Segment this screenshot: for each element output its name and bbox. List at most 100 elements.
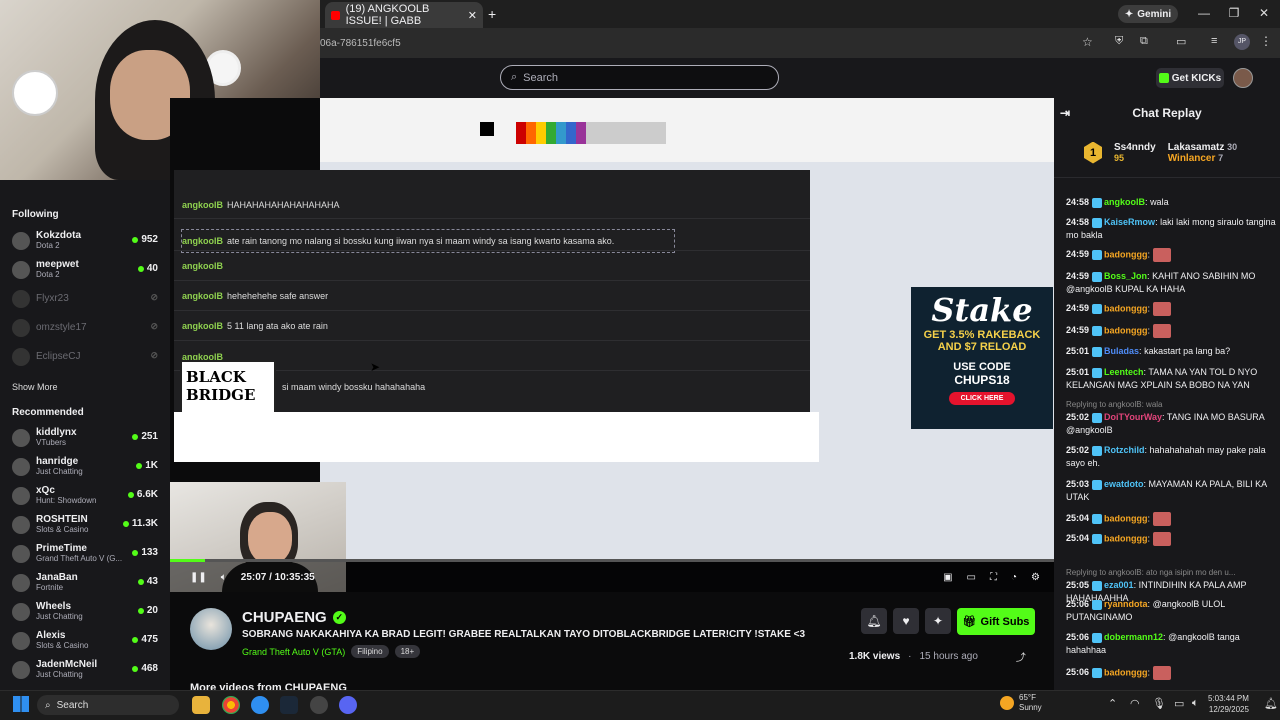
settings-icon[interactable]: ⚙ bbox=[1031, 572, 1040, 583]
heart-icon[interactable]: ♥ bbox=[893, 608, 919, 634]
chat-username[interactable]: badonggg bbox=[1104, 533, 1148, 543]
notification-bell-icon[interactable]: 🔔︎ bbox=[861, 608, 887, 634]
channel-avatar[interactable] bbox=[190, 608, 232, 650]
speed-icon[interactable]: ◔ bbox=[1011, 572, 1017, 583]
windows-start-icon[interactable] bbox=[13, 696, 29, 712]
minimize-icon[interactable]: — bbox=[1194, 6, 1214, 20]
cast-icon[interactable]: ▭ bbox=[1176, 35, 1186, 48]
chat-username[interactable]: badonggg bbox=[1104, 325, 1148, 335]
sidebar-item-flyxr23[interactable]: Flyxr23 ⊘ bbox=[0, 284, 170, 313]
close-window-icon[interactable]: ✕ bbox=[1254, 6, 1274, 20]
new-tab-icon[interactable]: + bbox=[488, 6, 496, 22]
chat-username[interactable]: angkoolB bbox=[1104, 197, 1145, 207]
sidebar-item-primetime[interactable]: PrimeTime Grand Theft Auto V (G... 133 bbox=[0, 539, 170, 568]
maximize-icon[interactable]: ❐ bbox=[1224, 6, 1244, 20]
fullscreen-icon[interactable]: ⛶ bbox=[990, 572, 997, 583]
sidebar-item-roshtein[interactable]: ROSHTEIN Slots & Casino 11.3K bbox=[0, 510, 170, 539]
channel-name[interactable]: CHUPAENG ✓ bbox=[242, 609, 346, 626]
pause-icon[interactable]: ❚❚ bbox=[190, 572, 207, 583]
tag-mature[interactable]: 18+ bbox=[394, 645, 421, 658]
avatar bbox=[12, 428, 30, 447]
show-more-link[interactable]: Show More bbox=[12, 382, 58, 392]
emote-icon bbox=[1152, 666, 1171, 680]
message-time: 24:58 bbox=[1066, 197, 1090, 207]
chat-badge-icon bbox=[1092, 304, 1103, 314]
sidebar-item-hanridge[interactable]: hanridge Just Chatting 1K bbox=[0, 452, 170, 481]
chat-username[interactable]: ryanndota bbox=[1104, 599, 1148, 609]
menu-icon[interactable]: ⋮ bbox=[1260, 34, 1272, 48]
file-explorer-icon[interactable] bbox=[192, 696, 210, 714]
chrome-icon[interactable] bbox=[222, 696, 240, 714]
profile-avatar[interactable]: JP bbox=[1234, 34, 1250, 50]
chat-username[interactable]: badonggg bbox=[1104, 303, 1148, 313]
chat-message: 24:59 badonggg: bbox=[1066, 324, 1276, 338]
sparkle-icon[interactable]: ✦ bbox=[925, 608, 951, 634]
chat-username[interactable]: Buladas bbox=[1104, 346, 1139, 356]
tag-language[interactable]: Filipino bbox=[351, 645, 389, 658]
sidebar-item-meepwet[interactable]: meepwet Dota 2 40 bbox=[0, 255, 170, 284]
collapse-chat-icon[interactable]: ⇥ bbox=[1060, 106, 1070, 120]
message-time: 25:04 bbox=[1066, 513, 1090, 524]
chat-username[interactable]: Leentech bbox=[1104, 367, 1144, 377]
chat-username[interactable]: DoiTYourWay bbox=[1104, 412, 1162, 422]
address-bar[interactable]: 06a-786151fe6cf5 bbox=[320, 28, 1280, 58]
sidebar-item-eclipsecj[interactable]: EclipseCJ ⊘ bbox=[0, 342, 170, 371]
chat-username[interactable]: KaiseRmow bbox=[1104, 217, 1155, 227]
sidebar-item-alexis[interactable]: Alexis Slots & Casino 475 bbox=[0, 626, 170, 655]
bookmark-star-icon[interactable]: ☆ bbox=[1082, 35, 1093, 49]
search-input[interactable]: ⌕ Search bbox=[500, 65, 779, 90]
gift-subs-button[interactable]: 🎁︎ Gift Subs bbox=[957, 608, 1035, 635]
stake-ad[interactable]: Stake GET 3.5% RAKEBACK AND $7 RELOAD US… bbox=[911, 287, 1053, 429]
chat-message: 25:02 Rotzchild: hahahahahah may pake pal… bbox=[1066, 445, 1266, 468]
message-time: 24:59 bbox=[1066, 325, 1090, 336]
taskbar-search[interactable]: ⌕ Search bbox=[37, 695, 179, 715]
avatar bbox=[12, 457, 30, 476]
network-icon[interactable]: ▭ bbox=[1174, 697, 1184, 710]
chat-username[interactable]: dobermann12 bbox=[1104, 632, 1163, 642]
close-tab-icon[interactable]: ✕ bbox=[468, 9, 477, 22]
chat-username[interactable]: Rotzchild bbox=[1104, 445, 1145, 455]
edge-icon[interactable] bbox=[251, 696, 269, 714]
chat-badge-icon bbox=[1092, 326, 1103, 336]
sidebar-item-wheels[interactable]: Wheels Just Chatting 20 bbox=[0, 597, 170, 626]
sidebar-item-kiddlynx[interactable]: kiddlynx VTubers 251 bbox=[0, 423, 170, 452]
shield-icon[interactable]: ⛨ bbox=[1115, 35, 1123, 48]
discord-icon[interactable] bbox=[339, 696, 357, 714]
volume-icon[interactable]: 🔈︎ bbox=[221, 572, 227, 583]
clip-icon[interactable]: ▣ bbox=[943, 572, 952, 583]
user-avatar[interactable] bbox=[1233, 68, 1253, 88]
chat-message: 25:04 badonggg: bbox=[1066, 532, 1276, 546]
sidebar-item-omzstyle17[interactable]: omzstyle17 ⊘ bbox=[0, 313, 170, 342]
chat-username[interactable]: ewatdoto bbox=[1104, 479, 1144, 489]
live-dot-icon bbox=[136, 462, 143, 469]
sidebar-item-janaban[interactable]: JanaBan Fortnite 43 bbox=[0, 568, 170, 597]
sidebar-item-jadenmcneil[interactable]: JadenMcNeil Just Chatting 468 bbox=[0, 655, 170, 684]
chat-username[interactable]: Boss_Jon bbox=[1104, 271, 1147, 281]
gemini-button[interactable]: ✦ Gemini bbox=[1118, 5, 1178, 23]
get-kicks-button[interactable]: Get KICKs bbox=[1156, 68, 1224, 88]
chat-username[interactable]: badonggg bbox=[1104, 513, 1148, 523]
notifications-icon[interactable]: 🔔︎ bbox=[1264, 697, 1278, 710]
mic-icon[interactable]: 🎙︎ bbox=[1152, 697, 1166, 710]
media-icon[interactable]: ≡ bbox=[1211, 35, 1217, 47]
gift-icon: 🎁︎ bbox=[962, 616, 977, 628]
stake-click-here-button[interactable]: CLICK HERE bbox=[948, 392, 1016, 405]
wifi-icon[interactable]: ◠ bbox=[1130, 697, 1140, 710]
chat-username[interactable]: badonggg bbox=[1104, 249, 1148, 259]
weather-widget[interactable]: 65°F Sunny bbox=[1000, 693, 1042, 713]
system-clock[interactable]: 5:03:44 PM 12/29/2025 bbox=[1208, 693, 1249, 715]
share-icon[interactable]: ⤴ bbox=[1016, 649, 1026, 664]
extensions-icon[interactable]: ⧉ bbox=[1140, 35, 1148, 48]
chat-username[interactable]: badonggg bbox=[1104, 667, 1148, 677]
streamer-face bbox=[248, 512, 292, 564]
message-time: 24:58 bbox=[1066, 217, 1090, 227]
steam-icon[interactable] bbox=[280, 696, 298, 714]
sidebar-item-kokzdota[interactable]: Kokzdota Dota 2 952 bbox=[0, 226, 170, 255]
app-icon[interactable] bbox=[310, 696, 328, 714]
browser-tab[interactable]: (19) ANGKOOLB ISSUE! | GABB ✕ bbox=[325, 2, 483, 28]
theater-icon[interactable]: ▭ bbox=[967, 572, 976, 583]
tray-chevron-icon[interactable]: ⌃ bbox=[1108, 697, 1117, 710]
chat-username[interactable]: eza001 bbox=[1104, 580, 1134, 590]
sidebar-item-xqc[interactable]: xQc Hunt: Showdown 6.6K bbox=[0, 481, 170, 510]
volume-icon[interactable]: 🔈︎ bbox=[1192, 697, 1199, 710]
